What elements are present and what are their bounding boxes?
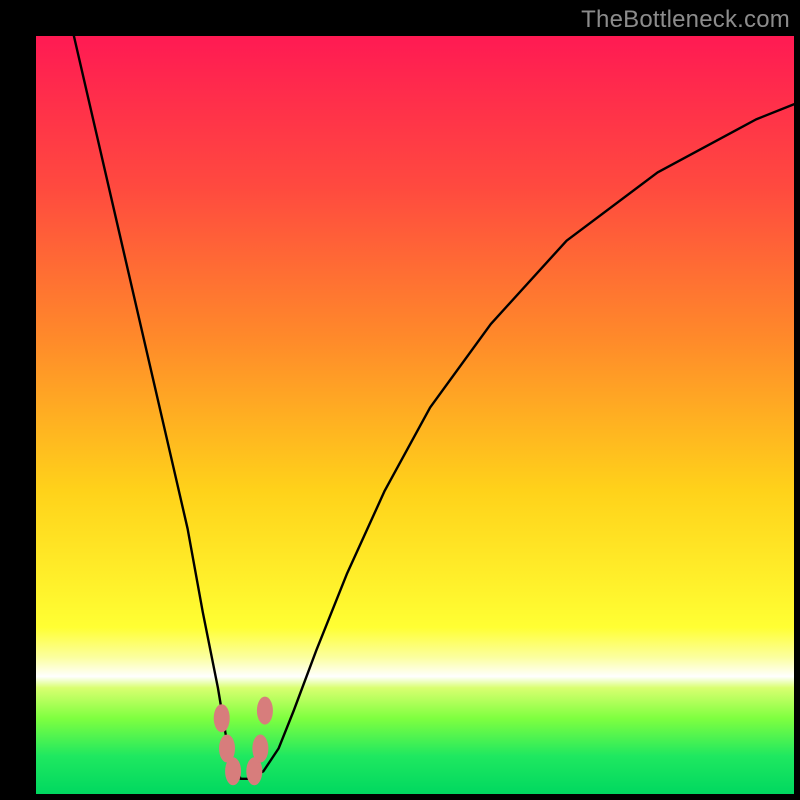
chart-frame: TheBottleneck.com <box>0 0 800 800</box>
plot-area <box>36 36 794 794</box>
curve-marker <box>225 757 241 785</box>
watermark-text: TheBottleneck.com <box>581 6 790 34</box>
curve-marker <box>252 735 268 763</box>
bottleneck-curve <box>36 36 794 794</box>
curve-marker <box>257 697 273 725</box>
curve-marker <box>214 704 230 732</box>
